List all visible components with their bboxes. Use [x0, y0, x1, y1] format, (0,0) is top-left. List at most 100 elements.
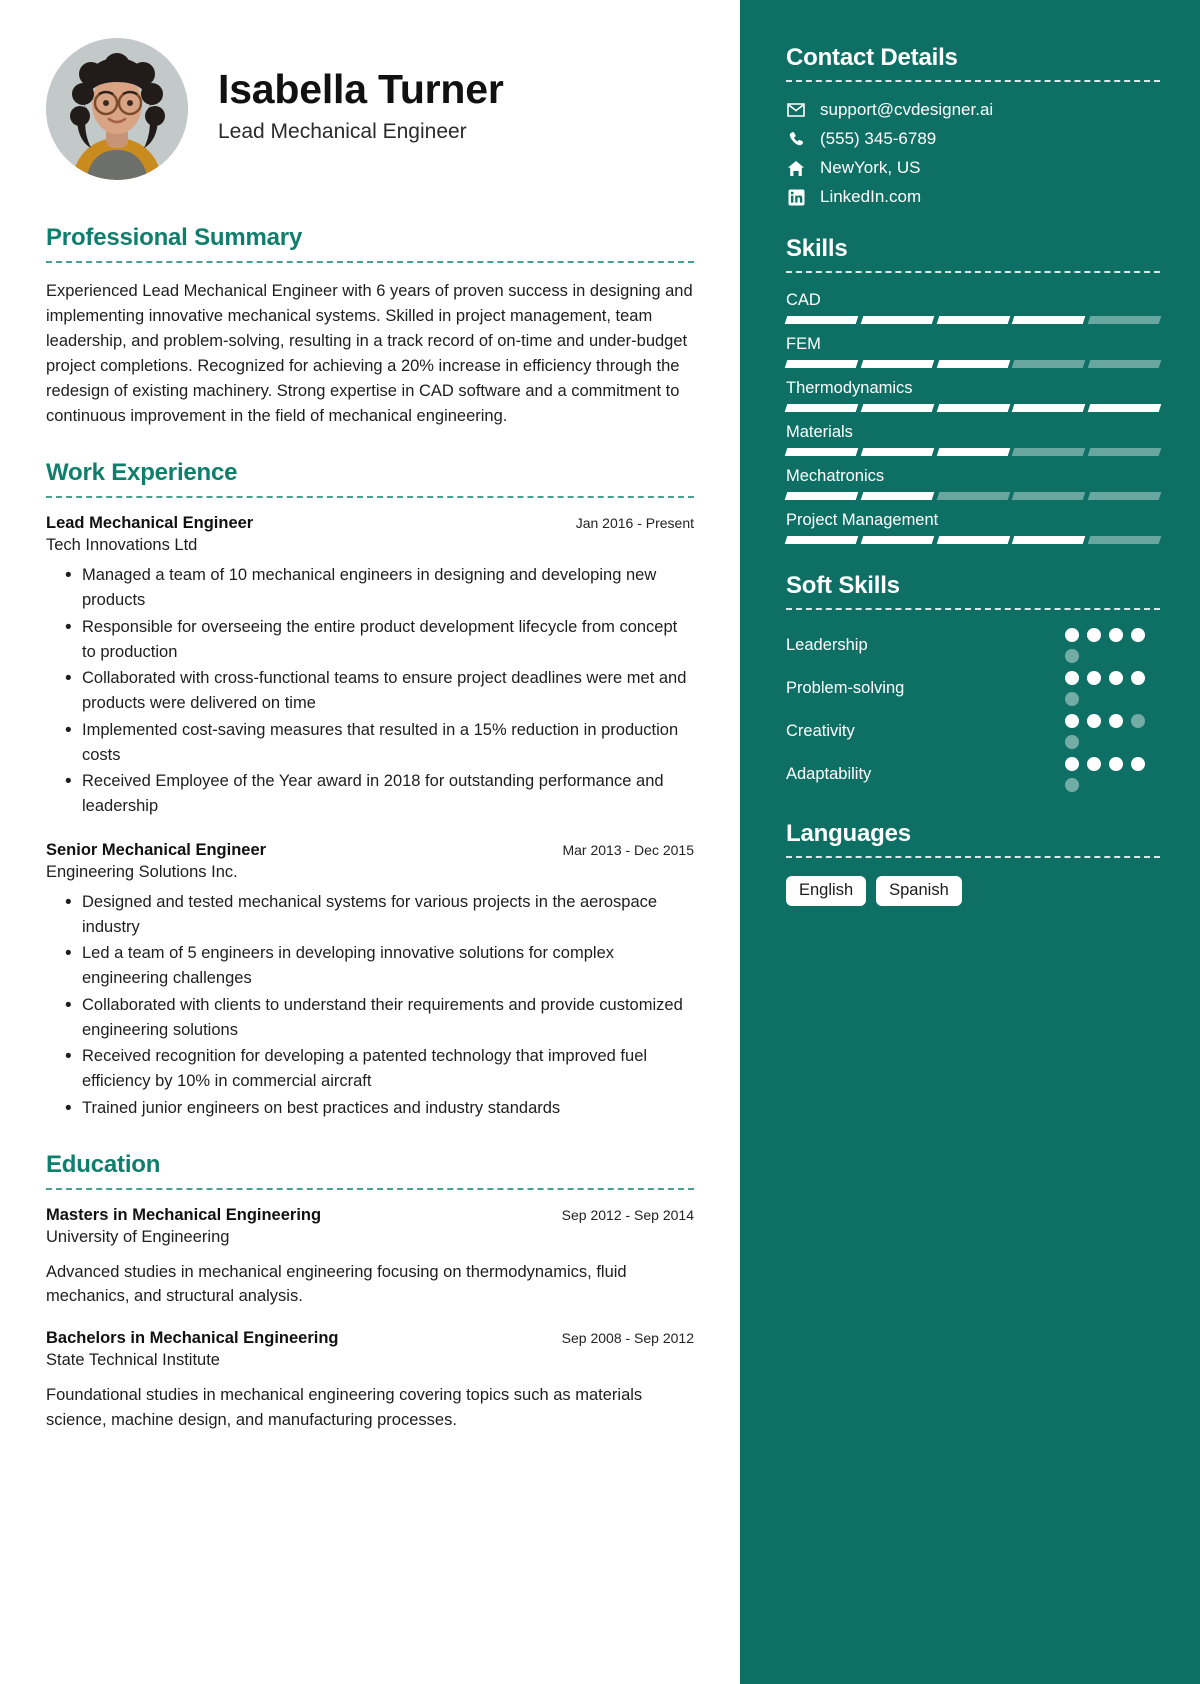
section-title-summary: Professional Summary: [46, 224, 303, 251]
soft-skill-name: Problem-solving: [786, 679, 905, 697]
rating-dot: [1087, 671, 1101, 685]
contact-list: support@cvdesigner.ai (555) 345-6789 NewYo…: [786, 100, 1160, 207]
rating-dot: [1131, 628, 1145, 642]
skill-bar-segment: [860, 448, 934, 456]
skill-bar-segment: [936, 404, 1010, 412]
sidebar: Contact Details support@cvdesigner.ai (55…: [740, 0, 1200, 1684]
skill-bar-segment: [1087, 316, 1162, 324]
skill-bar-segment: [784, 448, 859, 456]
skill-bar-segment: [860, 492, 934, 500]
contact-row[interactable]: NewYork, US: [786, 158, 1160, 178]
education-school: State Technical Institute: [46, 1351, 220, 1370]
rating-dot: [1065, 714, 1079, 728]
work-entry-company: Engineering Solutions Inc.: [46, 862, 238, 881]
education-degree: Bachelors in Mechanical Engineering: [46, 1329, 339, 1348]
skill-bar-segment: [784, 316, 859, 324]
sidebar-title-contact: Contact Details: [786, 44, 958, 71]
list-item: Received recognition for developing a pa…: [46, 1043, 694, 1094]
work-list: Lead Mechanical Engineer Jan 2016 - Prese…: [46, 514, 694, 1123]
skill-bar-segment: [1087, 448, 1162, 456]
skill-bar-segment: [1087, 492, 1162, 500]
rating-dot: [1109, 628, 1123, 642]
skill-bar-segment: [936, 536, 1010, 544]
skill-name: FEM: [786, 335, 821, 353]
work-entry: Senior Mechanical Engineer Mar 2013 - Dec…: [46, 840, 694, 1123]
skill-bar-segment: [784, 360, 859, 368]
rating-dot: [1065, 778, 1079, 792]
language-pill[interactable]: English: [786, 876, 867, 906]
education-school: University of Engineering: [46, 1227, 230, 1246]
skill-name: Materials: [786, 423, 853, 441]
soft-skill-row: Problem-solving: [786, 671, 1160, 706]
divider: [786, 856, 1160, 858]
languages-list: English Spanish: [786, 876, 1160, 906]
sidebar-section-soft-skills: Soft Skills Leadership Problem-solving Cre…: [786, 572, 1160, 792]
section-work-experience: Work Experience Lead Mechanical Engineer…: [46, 459, 694, 1123]
home-icon: [786, 159, 806, 177]
skill-name: Project Management: [786, 511, 939, 529]
skill-bar-segment: [1012, 404, 1086, 412]
list-item: Implemented cost-saving measures that re…: [46, 717, 694, 768]
rating-dot: [1065, 692, 1079, 706]
skill-bar-segment: [936, 360, 1010, 368]
skill-name: Mechatronics: [786, 467, 885, 485]
education-dates: Sep 2012 - Sep 2014: [561, 1206, 694, 1223]
rating-dot: [1065, 735, 1079, 749]
work-entry-company: Tech Innovations Ltd: [46, 536, 198, 555]
contact-row[interactable]: support@cvdesigner.ai: [786, 100, 1160, 120]
education-dates: Sep 2008 - Sep 2012: [561, 1330, 694, 1347]
phone-icon: [786, 130, 806, 148]
skill-bar-segment: [1012, 316, 1086, 324]
work-entry-title: Lead Mechanical Engineer: [46, 514, 254, 533]
section-professional-summary: Professional Summary Experienced Lead Me…: [46, 224, 694, 429]
skill-rating-bar: [784, 360, 1162, 368]
list-item: Led a team of 5 engineers in developing …: [46, 940, 694, 991]
contact-value: support@cvdesigner.ai: [820, 100, 994, 119]
rating-dot: [1065, 628, 1079, 642]
resume-header: Isabella Turner Lead Mechanical Engineer: [46, 38, 694, 180]
skill-bar-segment: [936, 492, 1010, 500]
contact-row[interactable]: (555) 345-6789: [786, 129, 1160, 149]
rating-dot: [1131, 714, 1145, 728]
sidebar-title-soft-skills: Soft Skills: [786, 572, 900, 599]
contact-row[interactable]: LinkedIn.com: [786, 187, 1160, 207]
skill-rating-bar: [784, 316, 1162, 324]
rating-dot: [1131, 671, 1145, 685]
list-item: Managed a team of 10 mechanical engineer…: [46, 562, 694, 613]
work-entry-dates: Mar 2013 - Dec 2015: [562, 841, 694, 858]
soft-skill-row: Creativity: [786, 714, 1160, 749]
rating-dot: [1065, 671, 1079, 685]
soft-skill-row: Adaptability: [786, 757, 1160, 792]
job-role-subtitle: Lead Mechanical Engineer: [218, 120, 467, 144]
skill-name: CAD: [786, 291, 821, 309]
soft-skill-rating-dots: [1065, 757, 1160, 792]
skill-item: Thermodynamics: [784, 379, 1162, 412]
list-item: Responsible for overseeing the entire pr…: [46, 614, 694, 665]
rating-dot: [1087, 757, 1101, 771]
soft-skill-rating-dots: [1065, 714, 1160, 749]
contact-value: LinkedIn.com: [820, 187, 922, 206]
soft-skills-list: Leadership Problem-solving Creativity Adapt…: [786, 628, 1160, 792]
education-list: Masters in Mechanical Engineering Sep 201…: [46, 1206, 694, 1433]
soft-skill-name: Adaptability: [786, 765, 872, 783]
list-item: Collaborated with cross-functional teams…: [46, 665, 694, 716]
work-entry-title: Senior Mechanical Engineer: [46, 840, 267, 859]
divider: [786, 608, 1160, 610]
skill-bar-segment: [1012, 448, 1086, 456]
list-item: Collaborated with clients to understand …: [46, 992, 694, 1043]
avatar: [46, 38, 188, 180]
skill-item: Mechatronics: [784, 467, 1162, 500]
contact-value: (555) 345-6789: [820, 129, 937, 148]
work-entry-bullets: Managed a team of 10 mechanical engineer…: [46, 562, 694, 819]
skill-rating-bar: [784, 448, 1162, 456]
skill-name: Thermodynamics: [786, 379, 913, 397]
rating-dot: [1109, 671, 1123, 685]
language-pill[interactable]: Spanish: [876, 876, 962, 906]
sidebar-title-skills: Skills: [786, 235, 848, 262]
skill-bar-segment: [1012, 536, 1086, 544]
rating-dot: [1109, 714, 1123, 728]
soft-skill-rating-dots: [1065, 628, 1160, 663]
skill-bar-segment: [1087, 536, 1162, 544]
work-entry-bullets: Designed and tested mechanical systems f…: [46, 889, 694, 1123]
page-title: Isabella Turner: [218, 65, 504, 112]
